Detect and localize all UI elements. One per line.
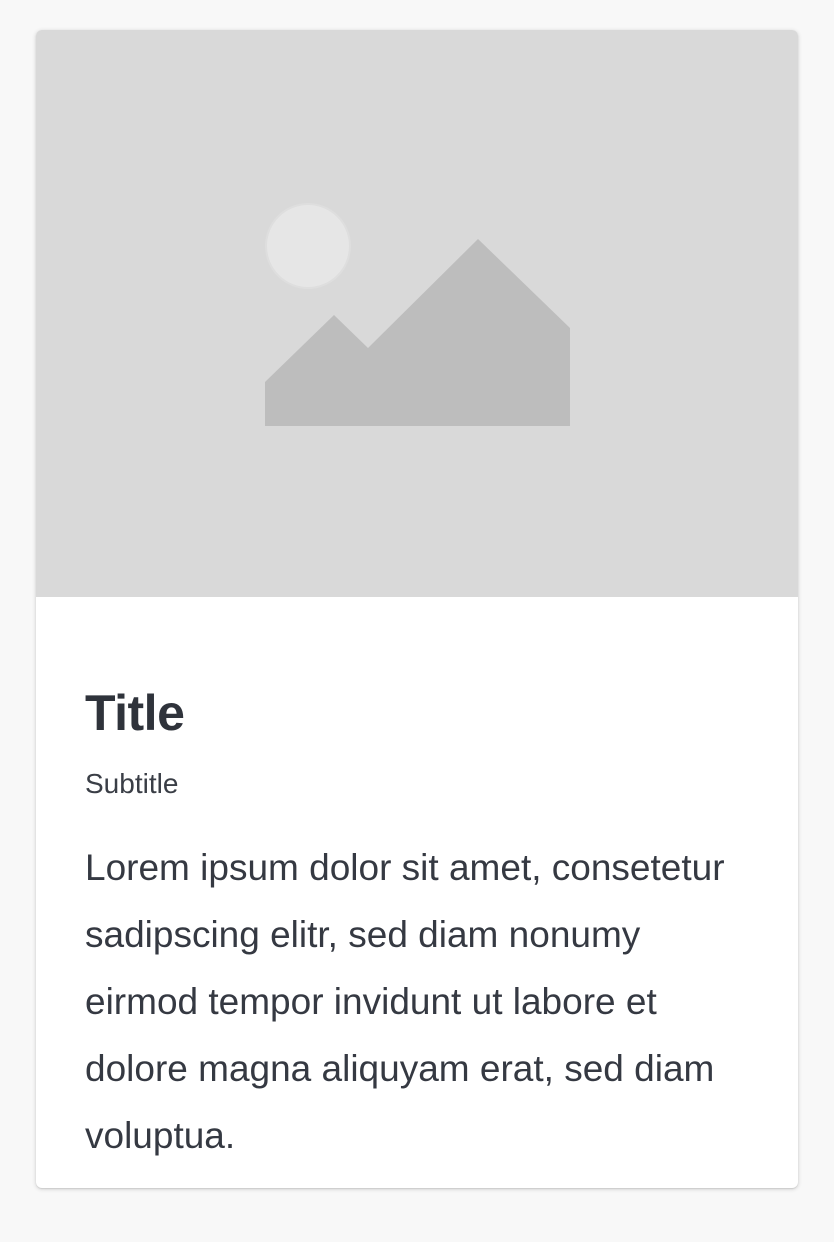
card: Title Subtitle Lorem ipsum dolor sit ame… — [36, 30, 798, 1188]
sun-icon — [265, 203, 351, 289]
card-title: Title — [85, 685, 185, 741]
card-subtitle: Subtitle — [85, 768, 179, 799]
card-body-text: Lorem ipsum dolor sit amet, consetetur s… — [85, 847, 725, 1156]
card-media-placeholder — [36, 30, 798, 597]
image-placeholder-icon — [265, 203, 570, 426]
